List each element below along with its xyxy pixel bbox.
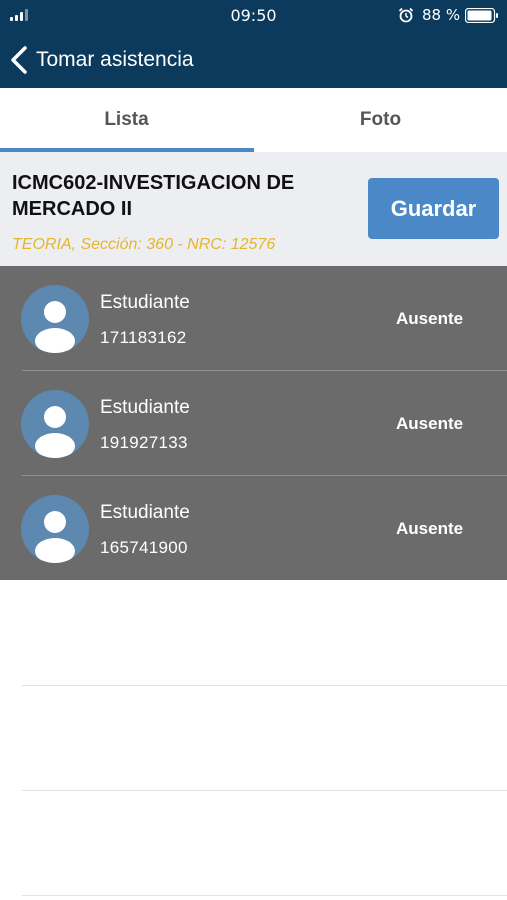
student-row[interactable]: Estudiante 191927133 Ausente — [0, 371, 507, 475]
alarm-icon — [398, 7, 414, 23]
user-icon — [35, 511, 75, 563]
back-button[interactable]: Tomar asistencia — [8, 40, 194, 80]
nav-bar: Tomar asistencia — [0, 32, 507, 88]
student-id: 165741900 — [100, 538, 188, 557]
chevron-left-icon — [11, 46, 27, 74]
avatar — [21, 390, 89, 458]
user-icon — [35, 406, 75, 458]
save-button[interactable]: Guardar — [368, 178, 499, 239]
course-title: ICMC602-INVESTIGACION DE MERCADO II — [12, 172, 295, 220]
avatar — [21, 285, 89, 353]
student-name: Estudiante — [100, 397, 190, 418]
status-bar: 09:50 88 % — [0, 0, 507, 32]
page-title: Tomar asistencia — [36, 48, 194, 71]
student-row[interactable]: Estudiante 165741900 Ausente — [0, 476, 507, 580]
attendance-status[interactable]: Ausente — [396, 519, 463, 539]
course-header: ICMC602-INVESTIGACION DE MERCADO II TEOR… — [0, 152, 507, 266]
student-id: 191927133 — [100, 433, 188, 452]
tab-bar: Lista Foto — [0, 88, 507, 152]
empty-row-divider — [22, 790, 507, 791]
course-subtitle: TEORIA, Sección: 360 - NRC: 12576 — [12, 236, 276, 253]
attendance-status[interactable]: Ausente — [396, 414, 463, 434]
tab-lista[interactable]: Lista — [0, 88, 253, 152]
empty-row-divider — [22, 685, 507, 686]
battery-icon — [465, 8, 498, 23]
attendance-status[interactable]: Ausente — [396, 309, 463, 329]
avatar — [21, 495, 89, 563]
student-row[interactable]: Estudiante 171183162 Ausente — [0, 266, 507, 370]
user-icon — [35, 301, 75, 353]
empty-row-divider — [22, 895, 507, 896]
student-id: 171183162 — [100, 328, 187, 347]
student-name: Estudiante — [100, 292, 190, 313]
tab-foto[interactable]: Foto — [254, 88, 507, 152]
student-list: Estudiante 171183162 Ausente Estudiante … — [0, 266, 507, 580]
student-name: Estudiante — [100, 502, 190, 523]
battery-percent: 88 % — [422, 6, 461, 24]
